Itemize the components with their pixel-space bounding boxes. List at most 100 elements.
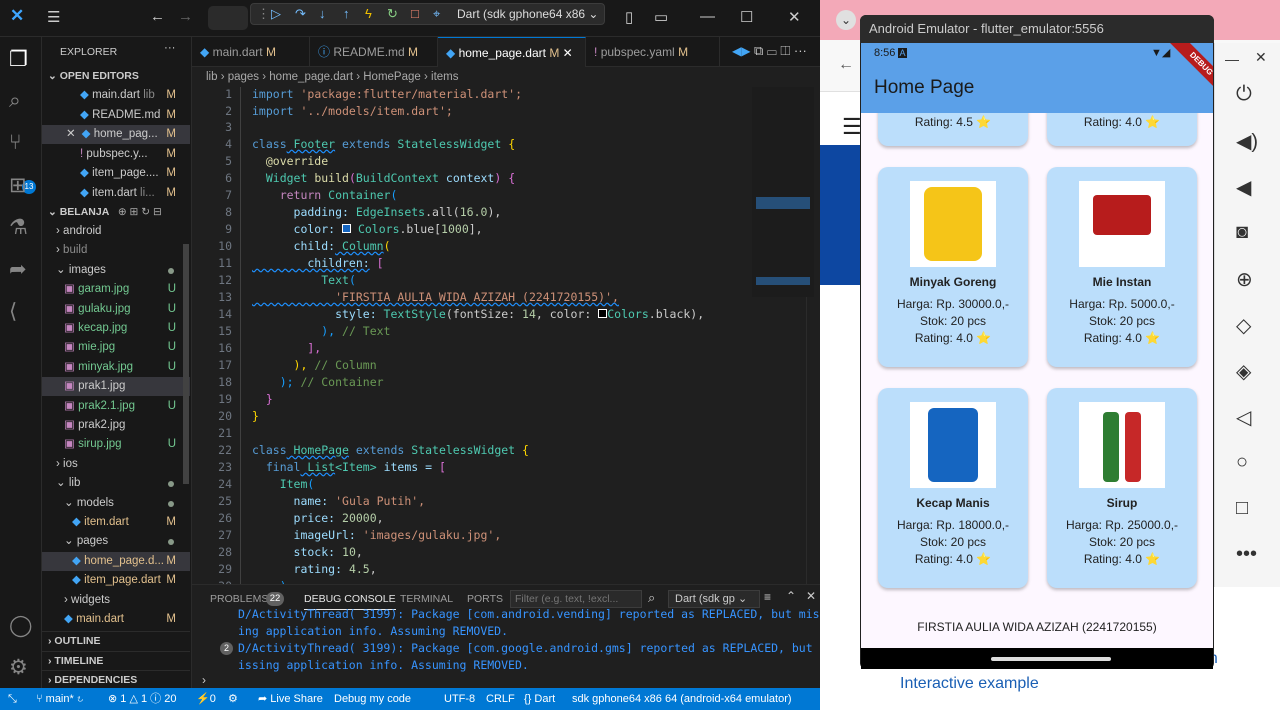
tab-list-icon[interactable]: ⌄ [836, 10, 856, 30]
tree-folder[interactable]: ⌄ pages [42, 532, 190, 551]
console-prompt-icon[interactable]: › [202, 673, 206, 687]
branch-status[interactable]: ⑂ main* ↻ [36, 688, 83, 710]
open-editor-item[interactable]: ◆ item.dart li... M [42, 184, 190, 203]
stop-icon[interactable]: □ [411, 6, 419, 21]
product-grid[interactable]: Rating: 4.5 ⭐ Rating: 4.0 ⭐ Minyak Goren… [861, 113, 1213, 648]
flutter-icon[interactable]: ⟨ [9, 299, 17, 324]
split-editor-icon[interactable]: ⧉ ▭ ◫ ··· [754, 43, 807, 59]
product-card[interactable]: Sirup Harga: Rp. 25000.0,- Stok: 20 pcs … [1047, 388, 1197, 588]
dependencies-header[interactable]: › DEPENDENCIES [42, 670, 190, 689]
close-icon[interactable]: ✕ [788, 8, 801, 26]
tree-file[interactable]: ◆ main.dart M [42, 610, 190, 629]
tree-folder[interactable]: ⌄ lib [42, 474, 190, 493]
tab-main-dart[interactable]: ◆ main.dart M [192, 37, 310, 67]
debug-target-select[interactable]: Dart (sdk gphone64 x86 ⌄ [451, 5, 601, 23]
settings-gear-icon[interactable]: ⚙ [9, 655, 28, 680]
step-out-icon[interactable]: ↑ [343, 6, 350, 21]
new-file-icon[interactable]: ⊕ ⊞ ↻ ⊟ [118, 206, 162, 218]
step-over-icon[interactable]: ↷ [295, 6, 306, 22]
source-control-icon[interactable]: ⑂ [9, 131, 22, 155]
explorer-icon[interactable]: ❐ [9, 47, 28, 72]
tree-file[interactable]: ▣ minyak.jpg U [42, 358, 190, 377]
menu-icon[interactable]: ☰ [47, 8, 60, 26]
zoom-icon[interactable]: ⊕ [1236, 267, 1253, 292]
open-editors-header[interactable]: ⌄ OPEN EDITORS [42, 67, 190, 86]
tree-folder[interactable]: › widgets [42, 591, 190, 610]
tree-file[interactable]: ▣ gulaku.jpg U [42, 300, 190, 319]
encoding-status[interactable]: UTF-8 [444, 688, 475, 710]
tree-file[interactable]: ▣ sirup.jpg U [42, 435, 190, 454]
filter-icon[interactable]: ⌕ [648, 590, 655, 606]
remote-icon[interactable]: ⤡ [8, 688, 17, 710]
debug-config-status[interactable]: Debug my code [334, 688, 411, 710]
tree-folder[interactable]: ⌄ images [42, 261, 190, 280]
volume-down-icon[interactable]: ◀ [1236, 175, 1251, 200]
more-actions-icon[interactable]: ··· [164, 42, 176, 54]
live-share-status[interactable]: ➦ Live Share [258, 688, 323, 710]
product-card[interactable]: Rating: 4.0 ⭐ [1047, 113, 1197, 146]
back-arrow-icon[interactable]: ← [150, 8, 165, 25]
language-status[interactable]: {} Dart [524, 688, 555, 710]
tree-folder[interactable]: › android [42, 222, 190, 241]
device-status[interactable]: sdk gphone64 x86 64 (android-x64 emulato… [572, 688, 792, 710]
layout-panel-icon[interactable]: ▭ [654, 8, 668, 26]
camera-icon[interactable]: ◙ [1236, 221, 1248, 244]
phone-screen[interactable]: 8:56 A ▼◢ Home Page DEBUG Rating: 4.5 ⭐ R… [861, 43, 1213, 669]
restart-icon[interactable]: ↻ [387, 6, 398, 22]
eol-status[interactable]: CRLF [486, 688, 515, 710]
close-panel-icon[interactable]: ✕ [806, 589, 816, 603]
browser-back-icon[interactable]: ← [838, 56, 854, 74]
tab-readme[interactable]: ⓘ README.md M [310, 37, 438, 67]
project-header[interactable]: ⌄ BELANJA ⊕ ⊞ ↻ ⊟ [42, 203, 190, 222]
home-icon[interactable]: ○ [1236, 451, 1248, 474]
timeline-header[interactable]: › TIMELINE [42, 651, 190, 670]
more-options-icon[interactable]: ••• [1236, 543, 1257, 566]
site-menu-icon[interactable]: ☰ [842, 114, 862, 140]
live-share-icon[interactable]: ➦ [9, 257, 27, 282]
color-swatch[interactable] [598, 309, 608, 318]
product-card[interactable]: Minyak Goreng Harga: Rp. 30000.0,- Stok:… [878, 167, 1028, 367]
tree-file[interactable]: ◆ home_page.d... M [42, 551, 190, 571]
search-icon[interactable]: ⌕ [9, 89, 21, 113]
step-into-icon[interactable]: ↓ [319, 6, 326, 21]
power-icon[interactable]: ⏻ [1236, 83, 1252, 106]
product-card[interactable]: Rating: 4.5 ⭐ [878, 113, 1028, 146]
tab-ports[interactable]: PORTS [467, 593, 503, 605]
tree-file[interactable]: ▣ prak2.jpg [42, 416, 190, 435]
clear-console-icon[interactable]: ≡ [764, 590, 771, 604]
layout-sidebar-icon[interactable]: ▯ [625, 8, 633, 26]
tree-file[interactable]: ▣ mie.jpg U [42, 338, 190, 357]
minimap[interactable] [752, 87, 814, 297]
tree-file[interactable]: ▣ kecap.jpg U [42, 319, 190, 338]
extensions-icon[interactable]: ⊞ [9, 173, 27, 198]
open-editor-item[interactable]: ◆ item_page.... M [42, 164, 190, 183]
open-editor-item[interactable]: ◆ README.md M [42, 106, 190, 125]
tree-file[interactable]: ▣ garam.jpg U [42, 280, 190, 299]
product-card[interactable]: Mie Instan Harga: Rp. 5000.0,- Stok: 20 … [1047, 167, 1197, 367]
breadcrumb[interactable]: lib › pages › home_page.dart › HomePage … [192, 67, 820, 87]
problems-status[interactable]: ⊗ 1 △ 1 ⓘ 20 [108, 688, 176, 710]
maximize-panel-icon[interactable]: ⌃ [786, 589, 796, 603]
rotate-right-icon[interactable]: ◈ [1236, 359, 1251, 384]
more-tabs-icon[interactable]: ◀▶ [732, 44, 750, 58]
volume-up-icon[interactable]: ◀) [1236, 129, 1258, 154]
tree-file[interactable]: ▣ prak2.1.jpg U [42, 397, 190, 416]
sidebar-scrollbar[interactable] [183, 244, 189, 484]
open-editor-item[interactable]: ! pubspec.y... M [42, 145, 190, 164]
tab-pubspec[interactable]: ! pubspec.yaml M [586, 37, 720, 67]
tree-folder[interactable]: › ios [42, 455, 190, 474]
interactive-example-link[interactable]: Interactive example [900, 675, 1039, 693]
continue-icon[interactable]: ▷ [271, 6, 281, 22]
tab-problems[interactable]: PROBLEMS [210, 593, 268, 605]
debug-status-icon[interactable]: ⚙ [228, 688, 238, 710]
tree-folder[interactable]: › build [42, 241, 190, 260]
close-icon[interactable]: ✕ [66, 128, 76, 140]
inspect-icon[interactable]: ⌖ [433, 6, 440, 22]
minimize-icon[interactable]: — [700, 8, 715, 25]
rotate-left-icon[interactable]: ◇ [1236, 313, 1251, 338]
tree-file[interactable]: ▣ prak1.jpg [42, 377, 190, 397]
tab-terminal[interactable]: TERMINAL [400, 593, 453, 605]
console-filter-input[interactable] [510, 590, 642, 608]
outline-header[interactable]: › OUTLINE [42, 631, 190, 650]
command-center[interactable] [208, 6, 248, 30]
